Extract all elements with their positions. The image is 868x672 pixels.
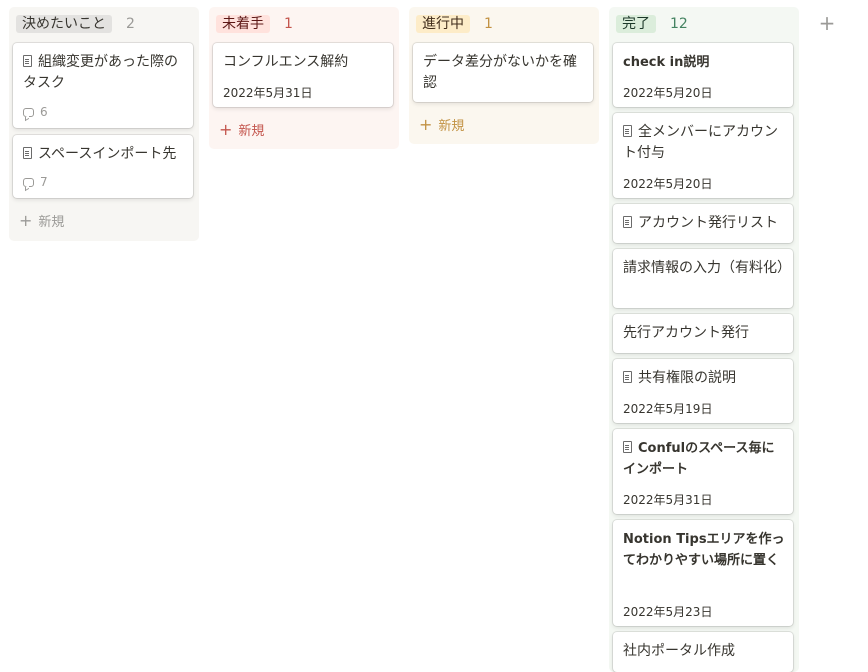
comment-icon — [23, 177, 34, 187]
card-title: アカウント発行リスト — [623, 213, 787, 234]
card-title: 全メンバーにアカウント付与 — [623, 124, 778, 161]
card-title: 組織変更があった際のタスク — [23, 54, 178, 91]
status-badge: 決めたいこと — [16, 14, 112, 33]
column-header[interactable]: 進行中 1 — [409, 7, 599, 40]
card-count: 1 — [284, 15, 293, 32]
page-icon — [23, 147, 32, 159]
card[interactable]: Confulのスペース毎にインポート 2022年5月31日 — [613, 429, 793, 514]
card[interactable]: 共有権限の説明 2022年5月19日 — [613, 359, 793, 423]
comment-count: 7 — [23, 175, 48, 189]
card[interactable]: コンフルエンス解約 2022年5月31日 — [213, 43, 393, 107]
card-count: 1 — [484, 15, 493, 32]
card-date: 2022年5月31日 — [623, 493, 713, 507]
column-in-progress: 進行中 1 データ差分がないかを確認 + 新規 — [409, 7, 599, 144]
card-title: データ差分がないかを確認 — [423, 54, 577, 91]
plus-icon: + — [219, 119, 233, 139]
card[interactable]: 社内ポータル作成 — [613, 632, 793, 672]
card-count: 12 — [670, 15, 688, 32]
comment-count: 6 — [23, 105, 48, 119]
add-column-button[interactable]: + — [816, 12, 838, 34]
page-icon — [623, 125, 632, 137]
card[interactable]: 全メンバーにアカウント付与 2022年5月20日 — [613, 113, 793, 198]
page-icon — [623, 441, 632, 453]
status-badge: 進行中 — [416, 14, 470, 33]
card-title: Confulのスペース毎にインポート — [623, 441, 775, 477]
column-not-started: 未着手 1 コンフルエンス解約 2022年5月31日 + 新規 — [209, 7, 399, 149]
card-title: 社内ポータル作成 — [623, 643, 735, 659]
plus-icon: + — [19, 210, 33, 230]
column-decide: 決めたいこと 2 組織変更があった際のタスク 6 スペースインポート先 7 + 新… — [9, 7, 199, 241]
card-title: check in説明 — [623, 55, 710, 70]
new-card-button[interactable]: + 新規 — [19, 211, 64, 230]
card[interactable]: Notion Tipsエリアを作ってわかりやすい場所に置く 2022年5月23日 — [613, 520, 793, 626]
card-date: 2022年5月23日 — [623, 605, 713, 619]
card-date: 2022年5月19日 — [623, 402, 713, 416]
card-title: 請求情報の入力（有料化） — [623, 260, 791, 276]
status-badge: 未着手 — [216, 14, 270, 33]
card[interactable]: check in説明 2022年5月20日 — [613, 43, 793, 107]
column-done: 完了 12 check in説明 2022年5月20日 全メンバーにアカウント付… — [609, 7, 799, 672]
card[interactable]: 請求情報の入力（有料化） — [613, 249, 793, 308]
card-title: 共有権限の説明 — [623, 368, 787, 389]
card-title: Notion Tipsエリアを作ってわかりやすい場所に置く — [623, 532, 785, 568]
card-date: 2022年5月20日 — [623, 86, 713, 100]
kanban-board: 決めたいこと 2 組織変更があった際のタスク 6 スペースインポート先 7 + 新… — [0, 0, 868, 672]
card[interactable]: データ差分がないかを確認 — [413, 43, 593, 102]
status-badge: 完了 — [616, 14, 656, 33]
card[interactable]: 組織変更があった際のタスク 6 — [13, 43, 193, 128]
card-count: 2 — [126, 15, 135, 32]
new-card-button[interactable]: + 新規 — [419, 115, 464, 134]
column-header[interactable]: 完了 12 — [609, 7, 799, 40]
card-date: 2022年5月20日 — [623, 177, 713, 191]
card-date: 2022年5月31日 — [223, 86, 313, 100]
card-title: スペースインポート先 — [23, 144, 187, 165]
plus-icon: + — [419, 114, 433, 134]
card-title: 先行アカウント発行 — [623, 325, 749, 341]
new-card-button[interactable]: + 新規 — [219, 120, 264, 139]
column-header[interactable]: 決めたいこと 2 — [9, 7, 199, 40]
card[interactable]: スペースインポート先 7 — [13, 135, 193, 198]
column-header[interactable]: 未着手 1 — [209, 7, 399, 40]
card-title: コンフルエンス解約 — [223, 54, 349, 70]
card[interactable]: 先行アカウント発行 — [613, 314, 793, 353]
page-icon — [23, 55, 32, 67]
comment-icon — [23, 107, 34, 117]
page-icon — [623, 216, 632, 228]
card[interactable]: アカウント発行リスト — [613, 204, 793, 243]
page-icon — [623, 371, 632, 383]
